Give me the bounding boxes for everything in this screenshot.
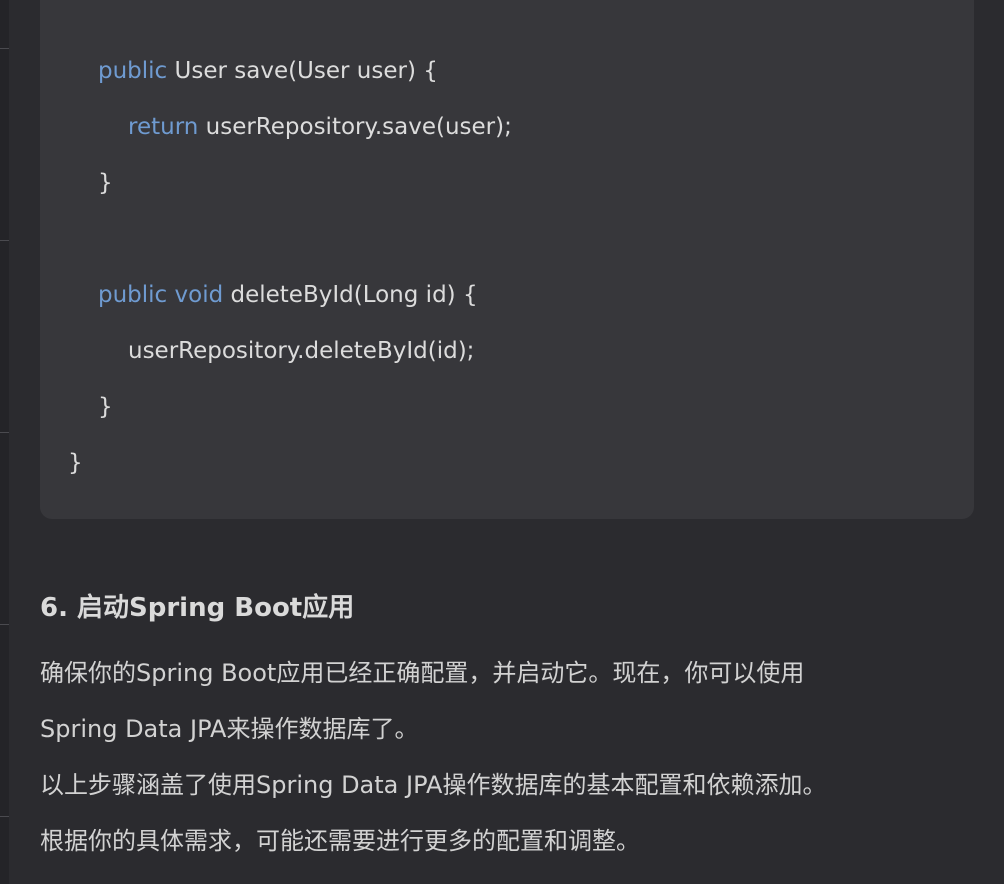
code-line: } <box>68 448 83 478</box>
paragraph-line: Spring Data JPA来操作数据库了。 <box>40 715 419 743</box>
code-keyword: public void <box>98 282 224 308</box>
code-line: public void deleteById(Long id) { <box>98 280 478 310</box>
rail-divider <box>0 48 9 49</box>
code-text: } <box>68 450 83 476</box>
code-text: deleteById(Long id) { <box>223 282 478 308</box>
code-line: return userRepository.save(user); <box>128 112 512 142</box>
left-rail <box>0 0 9 884</box>
code-block: public User save(User user) { return use… <box>40 0 974 519</box>
code-line: public User save(User user) { <box>98 56 438 86</box>
code-line: } <box>98 168 113 198</box>
rail-divider <box>0 240 9 241</box>
code-text: } <box>98 394 113 420</box>
code-line: } <box>98 392 113 422</box>
paragraph-line: 根据你的具体需求，可能还需要进行更多的配置和调整。 <box>40 827 640 855</box>
rail-divider <box>0 816 9 817</box>
paragraph-line: 确保你的Spring Boot应用已经正确配置，并启动它。现在，你可以使用 <box>40 659 805 687</box>
paragraph-line: 以上步骤涵盖了使用Spring Data JPA操作数据库的基本配置和依赖添加。 <box>40 771 827 799</box>
rail-divider <box>0 432 9 433</box>
code-keyword: return <box>128 114 199 140</box>
code-text: userRepository.save(user); <box>198 114 512 140</box>
code-keyword: public <box>98 58 168 84</box>
code-text: User save(User user) { <box>167 58 438 84</box>
code-line: userRepository.deleteById(id); <box>128 336 474 366</box>
code-text: userRepository.deleteById(id); <box>128 338 475 364</box>
section-heading: 6. 启动Spring Boot应用 <box>40 593 355 623</box>
rail-divider <box>0 624 9 625</box>
code-text: } <box>98 170 113 196</box>
page: public User save(User user) { return use… <box>0 0 1004 884</box>
